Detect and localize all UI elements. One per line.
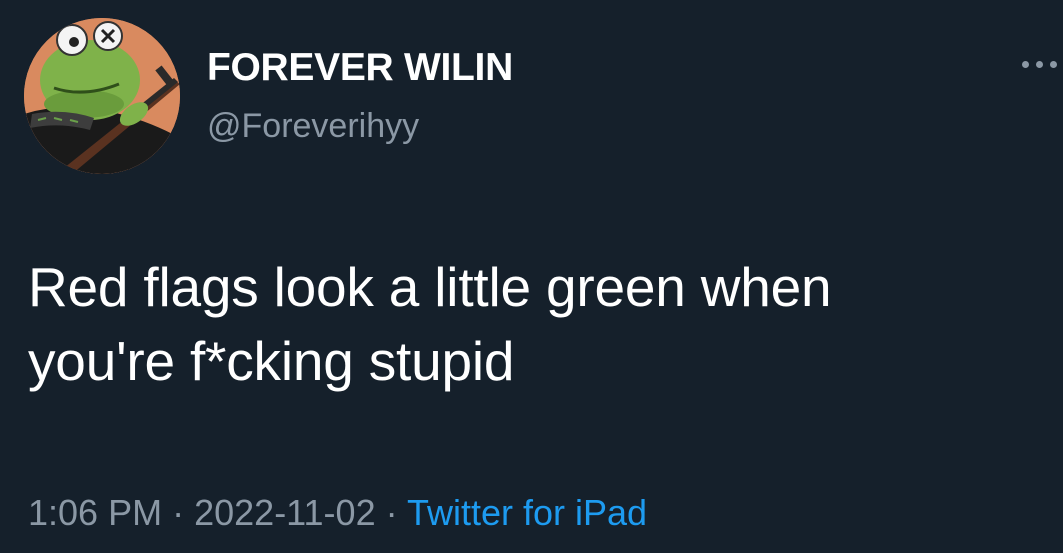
tweet-text: Red flags look a little green when you'r…	[28, 250, 1028, 398]
frog-avatar-icon	[24, 18, 180, 174]
tweet-meta: 1:06 PM · 2022-11-02 · Twitter for iPad	[28, 490, 647, 536]
tweet-date[interactable]: 2022-11-02	[194, 492, 375, 533]
tweet-text-line: Red flags look a little green when	[28, 256, 832, 318]
meta-separator: ·	[172, 492, 185, 533]
tweet-card: FOREVER WILIN @Foreverihyy Red flags loo…	[0, 0, 1063, 553]
avatar[interactable]	[24, 18, 180, 174]
meta-separator: ·	[385, 492, 398, 533]
tweet-time[interactable]: 1:06 PM	[28, 492, 162, 533]
tweet-text-line: you're f*cking stupid	[28, 330, 515, 392]
user-handle[interactable]: @Foreverihyy	[207, 106, 419, 146]
display-name[interactable]: FOREVER WILIN	[207, 46, 513, 90]
tweet-source-link[interactable]: Twitter for iPad	[407, 492, 647, 533]
more-options-icon[interactable]	[1018, 50, 1063, 80]
